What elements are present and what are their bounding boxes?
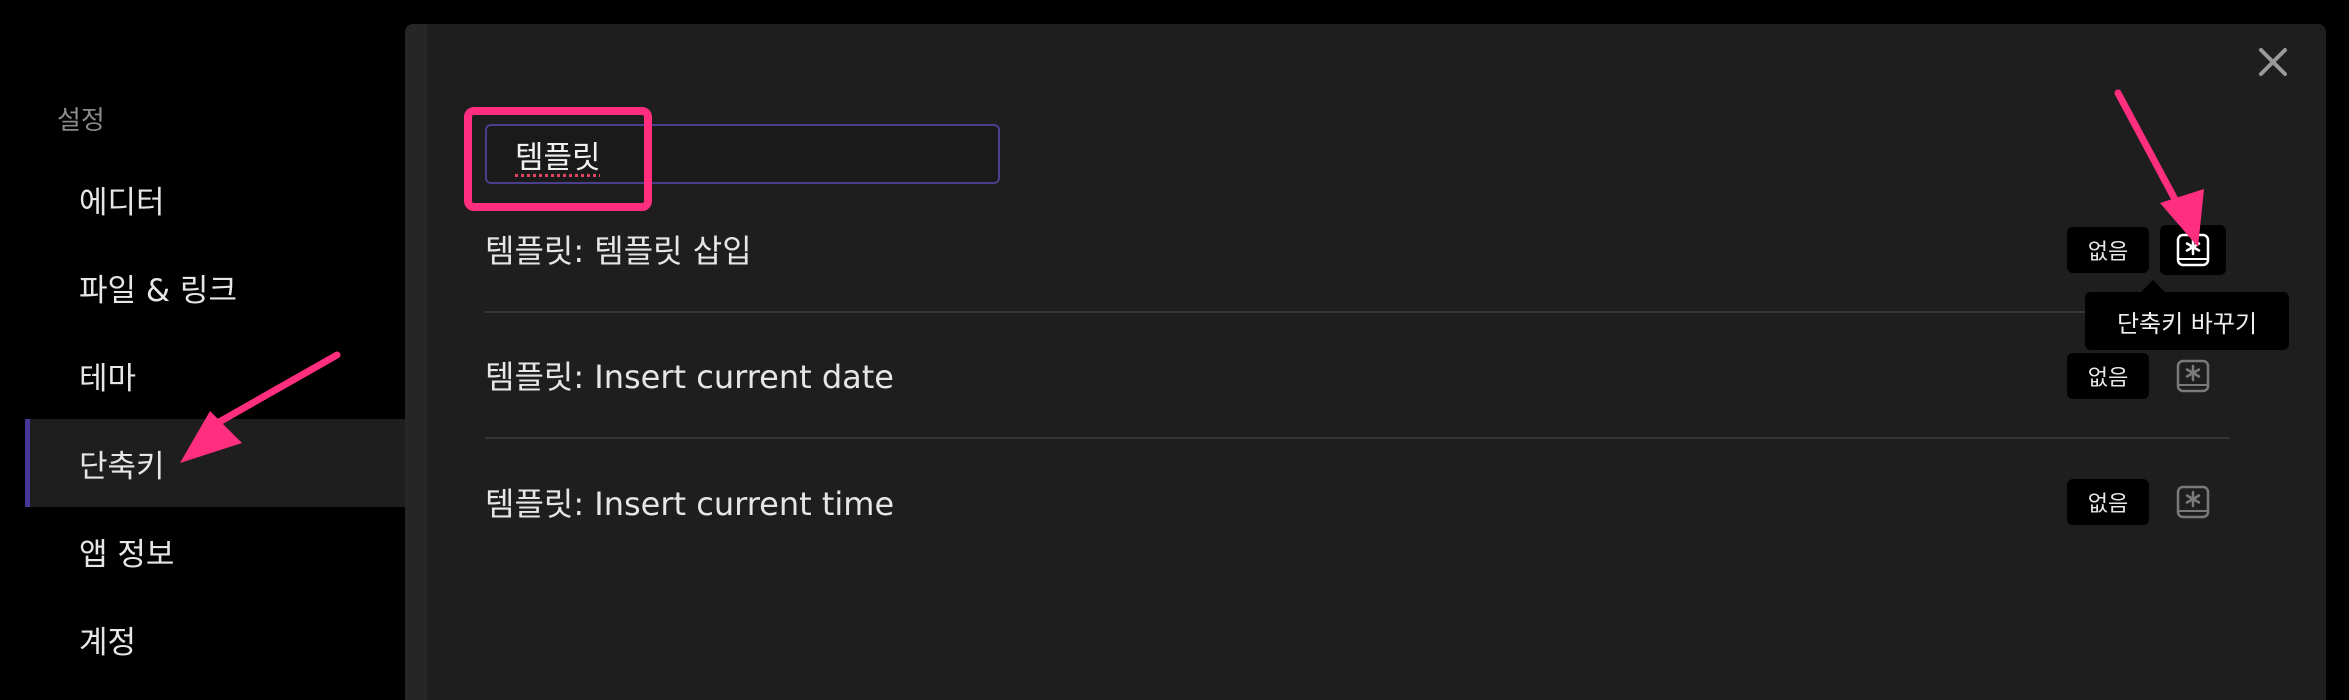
set-hotkey-button[interactable]: [2160, 477, 2226, 527]
hotkey-row: 템플릿: 템플릿 삽입 없음: [485, 187, 2230, 313]
hotkey-command-label: 템플릿: 템플릿 삽입: [485, 232, 752, 270]
asterisk-key-icon: [2176, 359, 2210, 393]
sidebar-item-hotkeys[interactable]: 단축키: [25, 419, 405, 507]
hotkey-binding-badge: 없음: [2067, 479, 2149, 525]
sidebar-item-editor[interactable]: 에디터: [25, 155, 405, 243]
hotkey-binding-badge: 없음: [2067, 353, 2149, 399]
settings-content-panel: 템플릿: 템플릿 삽입 없음 템플릿: Insert current date …: [405, 24, 2326, 700]
hotkey-row: 템플릿: Insert current date 없음: [485, 313, 2230, 439]
settings-sidebar: 설정 에디터 파일 & 링크 테마 단축키 앱 정보 계정: [0, 0, 405, 700]
sidebar-item-label: 테마: [79, 360, 137, 397]
close-button[interactable]: [2255, 44, 2291, 80]
sidebar-item-account[interactable]: 계정: [25, 595, 405, 683]
set-hotkey-button[interactable]: [2160, 225, 2226, 275]
asterisk-key-icon: [2176, 485, 2210, 519]
hotkey-command-label: 템플릿: Insert current date: [485, 358, 894, 396]
panel-left-edge: [405, 24, 427, 700]
close-icon: [2259, 48, 2287, 76]
hotkey-row: 템플릿: Insert current time 없음: [485, 439, 2230, 565]
sidebar-item-label: 에디터: [79, 184, 165, 221]
sidebar-item-label: 단축키: [79, 448, 165, 485]
sidebar-header: 설정: [57, 106, 105, 136]
hotkey-binding-badge: 없음: [2067, 227, 2149, 273]
hotkey-command-label: 템플릿: Insert current time: [485, 485, 895, 523]
set-hotkey-tooltip: 단축키 바꾸기: [2085, 292, 2289, 350]
sidebar-item-about[interactable]: 앱 정보: [25, 507, 405, 595]
sidebar-item-files-links[interactable]: 파일 & 링크: [25, 243, 405, 331]
asterisk-key-icon: [2176, 233, 2210, 267]
sidebar-item-theme[interactable]: 테마: [25, 331, 405, 419]
settings-window: 설정 에디터 파일 & 링크 테마 단축키 앱 정보 계정 템플릿 템플릿: 템…: [0, 0, 2349, 700]
tooltip-arrow: [2141, 280, 2165, 292]
set-hotkey-button[interactable]: [2160, 351, 2226, 401]
sidebar-item-label: 계정: [79, 624, 137, 661]
sidebar-item-label: 앱 정보: [79, 536, 175, 573]
sidebar-item-label: 파일 & 링크: [79, 272, 237, 309]
